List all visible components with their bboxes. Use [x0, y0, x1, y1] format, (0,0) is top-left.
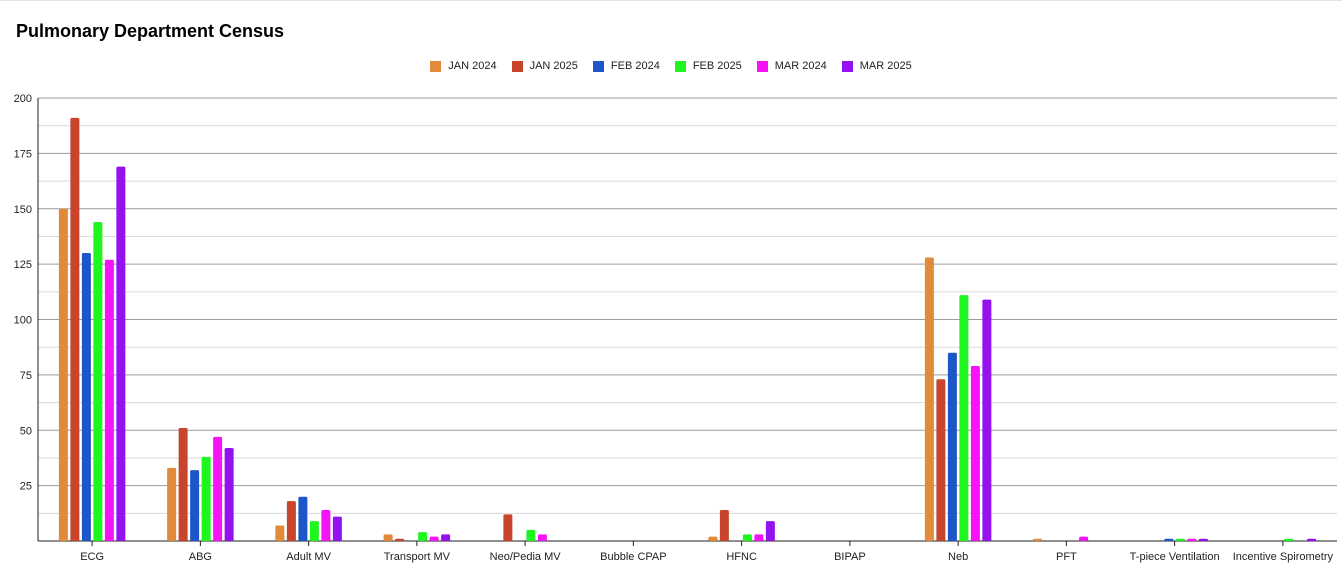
y-tick-label: 50	[20, 425, 32, 437]
bar	[1198, 538, 1208, 541]
bar	[924, 257, 934, 541]
bar	[503, 514, 513, 541]
bar	[742, 534, 752, 541]
bar	[58, 208, 68, 541]
bar	[178, 428, 188, 541]
bar	[982, 299, 992, 541]
bar	[286, 501, 296, 541]
x-tick-label: HFNC	[726, 551, 757, 563]
bar	[1175, 538, 1185, 541]
x-tick-label: Neb	[948, 551, 968, 563]
x-tick-label: BIPAP	[834, 551, 866, 563]
bar	[224, 447, 234, 541]
bar	[959, 295, 969, 541]
bar	[1079, 536, 1089, 541]
bar	[104, 259, 114, 541]
x-tick-label: Adult MV	[286, 551, 331, 563]
bar	[93, 222, 103, 542]
bar	[754, 534, 764, 541]
y-tick-label: 100	[14, 315, 32, 327]
bar	[970, 366, 980, 541]
x-tick-label: ABG	[189, 551, 212, 563]
bar	[309, 521, 319, 541]
y-tick-label: 200	[14, 93, 32, 105]
bar	[383, 534, 393, 541]
bar	[1164, 538, 1174, 541]
bar	[321, 509, 331, 541]
bar	[190, 470, 200, 541]
y-tick-label: 175	[14, 148, 32, 160]
x-tick-label: Bubble CPAP	[600, 551, 666, 563]
bar	[201, 456, 211, 541]
x-tick-label: PFT	[1056, 551, 1077, 563]
x-tick-label: T-piece Ventilation	[1130, 551, 1220, 563]
bar	[719, 509, 729, 541]
bar	[332, 516, 342, 541]
bar	[1033, 538, 1043, 541]
bar	[275, 525, 285, 541]
bar	[298, 496, 308, 541]
bar	[116, 166, 126, 542]
x-tick-label: Transport MV	[384, 551, 451, 563]
bar	[765, 521, 775, 541]
bar	[429, 536, 439, 541]
bar	[1284, 538, 1294, 541]
y-tick-label: 75	[20, 370, 32, 382]
bar	[70, 117, 80, 541]
bar-chart: 25 50 75 100 125 150 175 200 ECG ABG Adult MV Trans…	[14, 93, 1337, 563]
y-tick-label: 150	[14, 204, 32, 216]
bar	[441, 534, 451, 541]
bar	[418, 532, 428, 541]
bar	[1307, 538, 1317, 541]
bar	[708, 536, 718, 541]
y-tick-label: 125	[14, 259, 32, 271]
x-tick-label: Incentive Spirometry	[1233, 551, 1334, 563]
x-tick-label: ECG	[80, 551, 104, 563]
y-tick-label: 25	[20, 481, 32, 493]
bar	[537, 534, 547, 541]
bar	[947, 352, 957, 541]
bar	[1187, 538, 1197, 541]
bar	[936, 379, 946, 541]
bar	[526, 529, 536, 541]
bar	[167, 467, 177, 541]
bar	[213, 436, 223, 541]
bar	[81, 253, 91, 542]
x-tick-label: Neo/Pedia MV	[490, 551, 562, 563]
bar	[395, 538, 405, 541]
